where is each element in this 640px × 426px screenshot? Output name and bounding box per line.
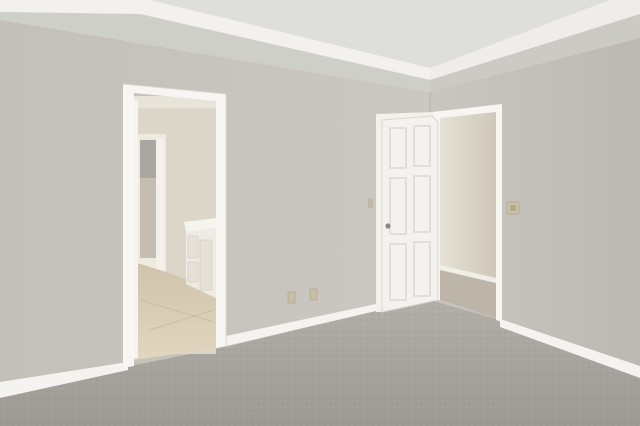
bedroom-photo [0, 0, 640, 426]
bathroom-doorway [122, 83, 227, 368]
hallway-doorway [432, 104, 502, 322]
open-door [376, 112, 439, 313]
switch-plate-icon [368, 198, 373, 208]
light-switch [506, 201, 520, 215]
